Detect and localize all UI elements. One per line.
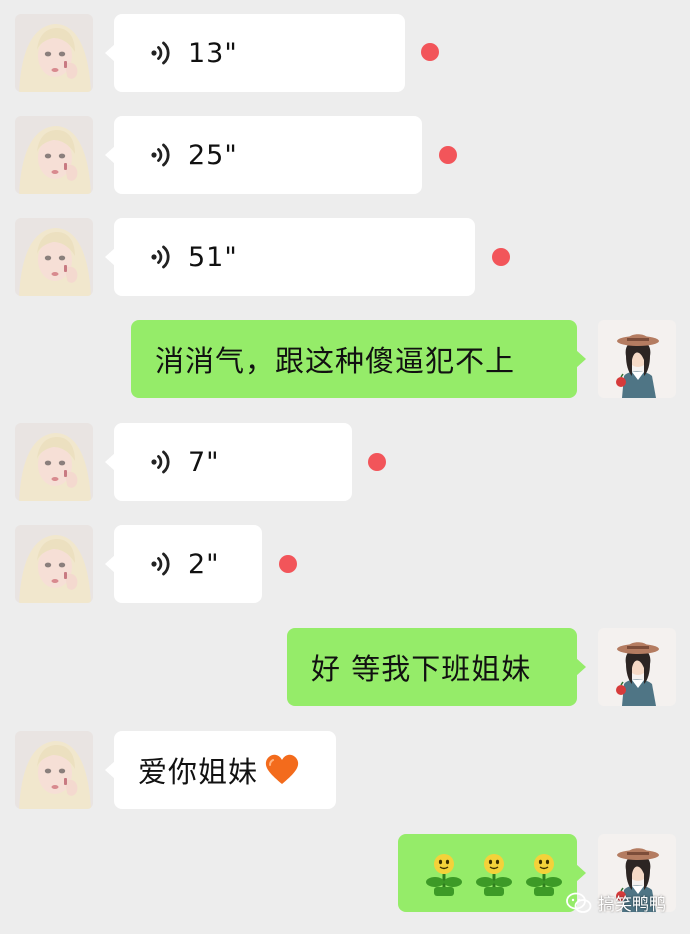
- my-avatar-image: [598, 320, 676, 398]
- contact-avatar-image: [15, 423, 93, 501]
- unread-dot: [368, 453, 386, 471]
- contact-avatar[interactable]: [15, 731, 93, 809]
- voice-duration: 7": [188, 446, 220, 478]
- voice-wave-icon: [148, 141, 176, 169]
- message-text: 爱你姐妹: [138, 755, 259, 789]
- voice-message-bubble[interactable]: 13": [105, 14, 405, 92]
- watermark-text: 搞笑鸭鸭: [598, 895, 666, 915]
- voice-message-bubble[interactable]: 7": [105, 423, 352, 501]
- voice-duration: 51": [188, 241, 238, 273]
- unread-dot: [279, 555, 297, 573]
- contact-avatar-image: [15, 14, 93, 92]
- voice-wave-icon: [148, 39, 176, 67]
- voice-duration: 25": [188, 139, 238, 171]
- watermark: 搞笑鸭鸭: [566, 890, 666, 915]
- unread-dot: [492, 248, 510, 266]
- contact-avatar[interactable]: [15, 116, 93, 194]
- contact-avatar[interactable]: [15, 423, 93, 501]
- contact-avatar[interactable]: [15, 14, 93, 92]
- message-text: 消消气，跟这种傻逼犯不上: [155, 344, 516, 378]
- voice-message-bubble[interactable]: 51": [105, 218, 475, 296]
- sprout-emoji-icon: [424, 849, 464, 897]
- contact-avatar[interactable]: [15, 525, 93, 603]
- my-avatar[interactable]: [598, 320, 676, 398]
- voice-wave-icon: [148, 550, 176, 578]
- message-text: 好 等我下班姐妹: [311, 652, 532, 686]
- incoming-text-bubble[interactable]: 爱你姐妹: [105, 731, 336, 809]
- contact-avatar-image: [15, 116, 93, 194]
- contact-avatar-image: [15, 731, 93, 809]
- orange-heart-icon: [264, 754, 300, 786]
- voice-message-bubble[interactable]: 25": [105, 116, 422, 194]
- sprout-emoji-icon: [524, 849, 564, 897]
- outgoing-sticker-bubble[interactable]: [398, 834, 586, 912]
- contact-avatar[interactable]: [15, 218, 93, 296]
- contact-avatar-image: [15, 218, 93, 296]
- sprout-emoji-icon: [474, 849, 514, 897]
- wechat-official-account-icon: [566, 892, 592, 913]
- voice-duration: 13": [188, 37, 238, 69]
- voice-wave-icon: [148, 243, 176, 271]
- my-avatar-image: [598, 628, 676, 706]
- my-avatar[interactable]: [598, 628, 676, 706]
- voice-duration: 2": [188, 548, 220, 580]
- outgoing-text-bubble[interactable]: 好 等我下班姐妹: [287, 628, 586, 706]
- voice-message-bubble[interactable]: 2": [105, 525, 262, 603]
- voice-wave-icon: [148, 448, 176, 476]
- outgoing-text-bubble[interactable]: 消消气，跟这种傻逼犯不上: [131, 320, 586, 398]
- unread-dot: [439, 146, 457, 164]
- contact-avatar-image: [15, 525, 93, 603]
- unread-dot: [421, 43, 439, 61]
